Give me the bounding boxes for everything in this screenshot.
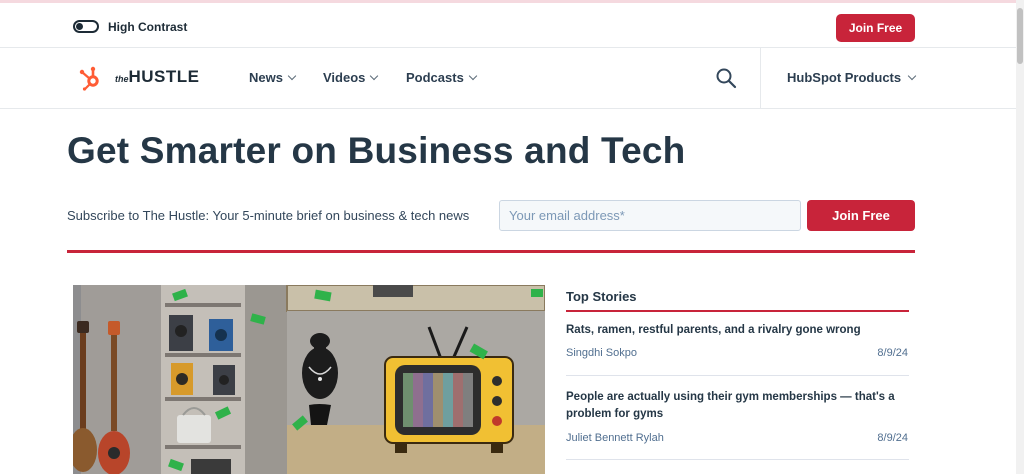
toggle-knob [76,23,83,30]
top-stories-rule [566,310,909,312]
high-contrast-label: High Contrast [108,20,188,34]
scrollbar-thumb[interactable] [1017,8,1023,64]
story-author[interactable]: Singdhi Sokpo [566,347,637,359]
nav-videos-label: Videos [323,70,366,85]
nav-videos[interactable]: Videos [323,70,379,85]
main-nav: theHUSTLE News Videos Podcasts HubSpot P… [0,48,1024,109]
nav-podcasts-label: Podcasts [406,70,464,85]
section-divider [67,250,915,253]
nav-divider [760,48,761,109]
top-stories-heading: Top Stories [566,289,637,304]
utility-bar: High Contrast Join Free [0,0,1024,48]
nav-news[interactable]: News [249,70,297,85]
logo-the: the [115,74,129,84]
hubspot-products-menu[interactable]: HubSpot Products [787,70,917,85]
nav-podcasts[interactable]: Podcasts [406,70,478,85]
featured-story-image[interactable] [73,285,545,474]
logo-name: HUSTLE [128,67,200,86]
story-title-link[interactable]: Rats, ramen, restful parents, and a riva… [566,322,906,339]
chevron-down-icon [468,71,478,81]
chevron-down-icon [370,71,379,81]
hubspot-sprocket-icon[interactable] [78,65,104,91]
nav-news-label: News [249,70,283,85]
the-hustle-logo[interactable]: theHUSTLE [115,67,200,87]
story-date: 8/9/24 [877,432,908,444]
story-author[interactable]: Juliet Bennett Rylah [566,432,664,444]
story-separator [566,375,909,376]
story-date: 8/9/24 [877,347,908,359]
chevron-down-icon [287,71,297,81]
join-free-button-top[interactable]: Join Free [836,14,915,42]
high-contrast-toggle[interactable] [73,20,99,33]
search-icon[interactable] [715,67,737,89]
join-free-button[interactable]: Join Free [807,200,915,231]
subscribe-description: Subscribe to The Hustle: Your 5-minute b… [67,208,470,223]
story-separator [566,459,909,460]
hubspot-products-label: HubSpot Products [787,70,902,85]
email-field[interactable] [499,200,801,231]
story-title-link[interactable]: People are actually using their gym memb… [566,389,906,423]
chevron-down-icon [907,71,917,81]
page-scrollbar[interactable] [1016,0,1024,474]
page-title: Get Smarter on Business and Tech [67,130,686,171]
